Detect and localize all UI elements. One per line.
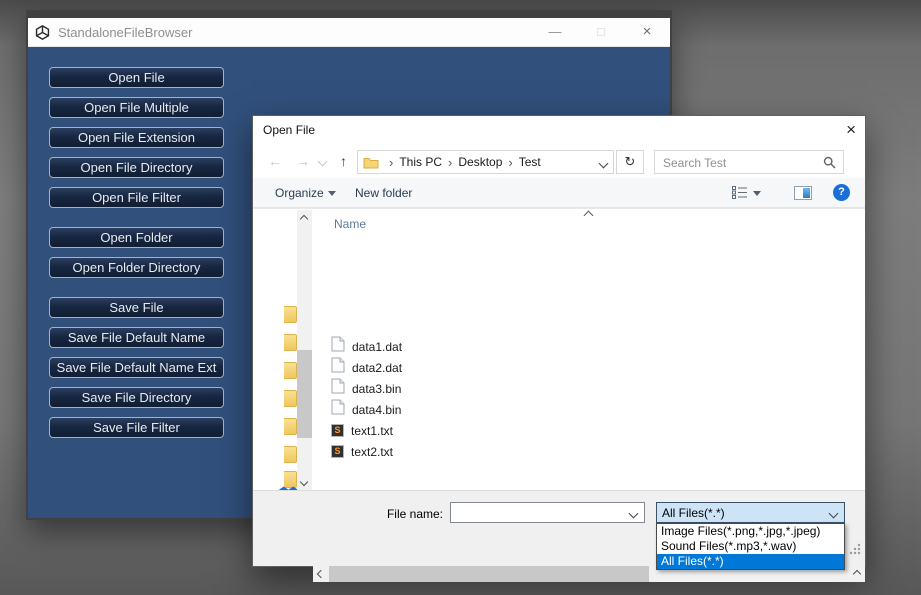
command-bar: Organize New folder ? — [253, 178, 865, 208]
generic-file-icon — [331, 336, 345, 357]
save-file-directory-button[interactable]: Save File Directory — [49, 387, 224, 408]
sidebar-scrollbar[interactable] — [297, 210, 312, 491]
file-name-input[interactable] — [454, 505, 628, 522]
save-file-button[interactable]: Save File — [49, 297, 224, 318]
search-box[interactable] — [654, 150, 844, 174]
file-row[interactable]: data2.dat — [331, 357, 403, 378]
address-bar[interactable]: › This PC › Desktop › Test — [357, 150, 614, 174]
file-name: text1.txt — [351, 423, 394, 438]
help-icon[interactable]: ? — [833, 184, 850, 201]
generic-file-icon — [331, 357, 345, 378]
dialog-footer: File name: All Files(*.*) Image Files(*.… — [253, 490, 865, 570]
refresh-icon: ↻ — [624, 154, 636, 169]
organize-button[interactable]: Organize — [275, 186, 324, 200]
chevron-down-icon[interactable] — [628, 508, 639, 519]
text-file-icon: S — [331, 424, 344, 437]
file-type-dropdown-list: Image Files(*.png,*.jpg,*.jpeg) Sound Fi… — [656, 523, 845, 570]
resize-grip[interactable] — [848, 542, 861, 560]
organize-dropdown-icon[interactable] — [328, 191, 336, 196]
sidebar-folder-icon[interactable] — [284, 390, 297, 407]
file-type-option-all-selected[interactable]: All Files(*.*) — [657, 554, 844, 569]
breadcrumb-this-pc[interactable]: This PC — [399, 155, 442, 169]
navigation-bar: ← → ↑ › This PC › Desktop › Test ↻ — [253, 148, 865, 178]
sort-ascending-icon[interactable] — [583, 210, 594, 221]
open-file-filter-button[interactable]: Open File Filter — [49, 187, 224, 208]
breadcrumb-test[interactable]: Test — [519, 155, 541, 169]
open-folder-button[interactable]: Open Folder — [49, 227, 224, 248]
file-name: data1.dat — [352, 339, 403, 354]
generic-file-icon — [331, 399, 345, 420]
preview-pane-fill — [803, 188, 810, 198]
breadcrumb-separator-icon: › — [508, 154, 513, 170]
sidebar-folder-icon[interactable] — [284, 306, 297, 323]
dialog-title: Open File — [263, 123, 316, 137]
scroll-down-icon[interactable] — [299, 477, 309, 487]
open-file-button[interactable]: Open File — [49, 67, 224, 88]
file-type-option-image[interactable]: Image Files(*.png,*.jpg,*.jpeg) — [657, 524, 844, 539]
unity-window-title: StandaloneFileBrowser — [58, 24, 193, 40]
save-file-default-name-button[interactable]: Save File Default Name — [49, 327, 224, 348]
forward-icon[interactable]: → — [296, 153, 310, 169]
file-row[interactable]: data4.bin — [331, 399, 402, 420]
file-row[interactable]: S text1.txt — [331, 421, 393, 440]
close-icon[interactable]: × — [624, 18, 670, 46]
file-name-label: File name: — [386, 507, 443, 521]
column-header-name[interactable]: Name — [334, 217, 366, 231]
minimize-icon[interactable]: — — [532, 18, 578, 46]
file-row[interactable]: S text2.txt — [331, 442, 393, 461]
scroll-left-icon[interactable] — [316, 569, 326, 579]
maximize-icon[interactable]: □ — [578, 18, 624, 46]
file-name: data2.dat — [352, 360, 403, 375]
new-folder-button[interactable]: New folder — [355, 186, 412, 200]
unity-title-bar[interactable]: StandaloneFileBrowser — □ × — [28, 18, 670, 47]
open-folder-directory-button[interactable]: Open Folder Directory — [49, 257, 224, 278]
unity-logo-icon — [34, 24, 51, 41]
scroll-right-icon[interactable] — [852, 569, 862, 579]
sidebar-folder-icon[interactable] — [284, 334, 297, 351]
file-name: data3.bin — [352, 381, 402, 396]
file-name: text2.txt — [351, 444, 394, 459]
folder-icon — [363, 156, 379, 169]
file-type-option-sound[interactable]: Sound Files(*.mp3,*.wav) — [657, 539, 844, 554]
recent-locations-chevron-icon[interactable] — [317, 156, 328, 167]
open-file-directory-button[interactable]: Open File Directory — [49, 157, 224, 178]
scroll-up-icon[interactable] — [299, 214, 309, 224]
file-row[interactable]: data3.bin — [331, 378, 402, 399]
file-name-combo[interactable] — [450, 502, 645, 523]
sidebar-folder-icon[interactable] — [284, 446, 297, 463]
sidebar-folder-icon[interactable] — [284, 362, 297, 379]
breadcrumb-desktop[interactable]: Desktop — [458, 155, 502, 169]
search-icon — [823, 156, 836, 174]
details-view-icon[interactable] — [732, 186, 748, 204]
sidebar-folder-icon[interactable] — [284, 418, 297, 435]
generic-file-icon — [331, 378, 345, 399]
save-file-filter-button[interactable]: Save File Filter — [49, 417, 224, 438]
breadcrumb-separator-icon: › — [389, 154, 394, 170]
save-file-default-name-ext-button[interactable]: Save File Default Name Ext — [49, 357, 224, 378]
horizontal-scrollbar-thumb[interactable] — [329, 566, 649, 582]
open-file-extension-button[interactable]: Open File Extension — [49, 127, 224, 148]
view-dropdown-icon[interactable] — [753, 191, 761, 196]
file-browser-content: Name data1.dat data2.dat data3.bin data4… — [253, 208, 865, 582]
up-icon[interactable]: ↑ — [340, 153, 347, 169]
file-name: data4.bin — [352, 402, 402, 417]
refresh-button[interactable]: ↻ — [616, 150, 644, 174]
chevron-down-icon[interactable] — [828, 508, 839, 519]
search-input[interactable] — [661, 153, 820, 173]
breadcrumb-separator-icon: › — [448, 154, 453, 170]
sidebar-scrollbar-thumb[interactable] — [297, 350, 312, 438]
address-dropdown-chevron-icon[interactable] — [598, 158, 609, 169]
file-type-selected: All Files(*.*) — [662, 506, 725, 520]
file-type-combo[interactable]: All Files(*.*) — [656, 502, 845, 523]
open-file-multiple-button[interactable]: Open File Multiple — [49, 97, 224, 118]
preview-pane-icon[interactable] — [794, 186, 812, 200]
open-file-dialog: Open File × ← → ↑ › This PC › Desktop › … — [252, 115, 866, 582]
dialog-close-icon[interactable]: × — [846, 120, 856, 140]
text-file-icon: S — [331, 445, 344, 458]
file-row[interactable]: data1.dat — [331, 336, 403, 357]
back-icon[interactable]: ← — [268, 153, 282, 169]
